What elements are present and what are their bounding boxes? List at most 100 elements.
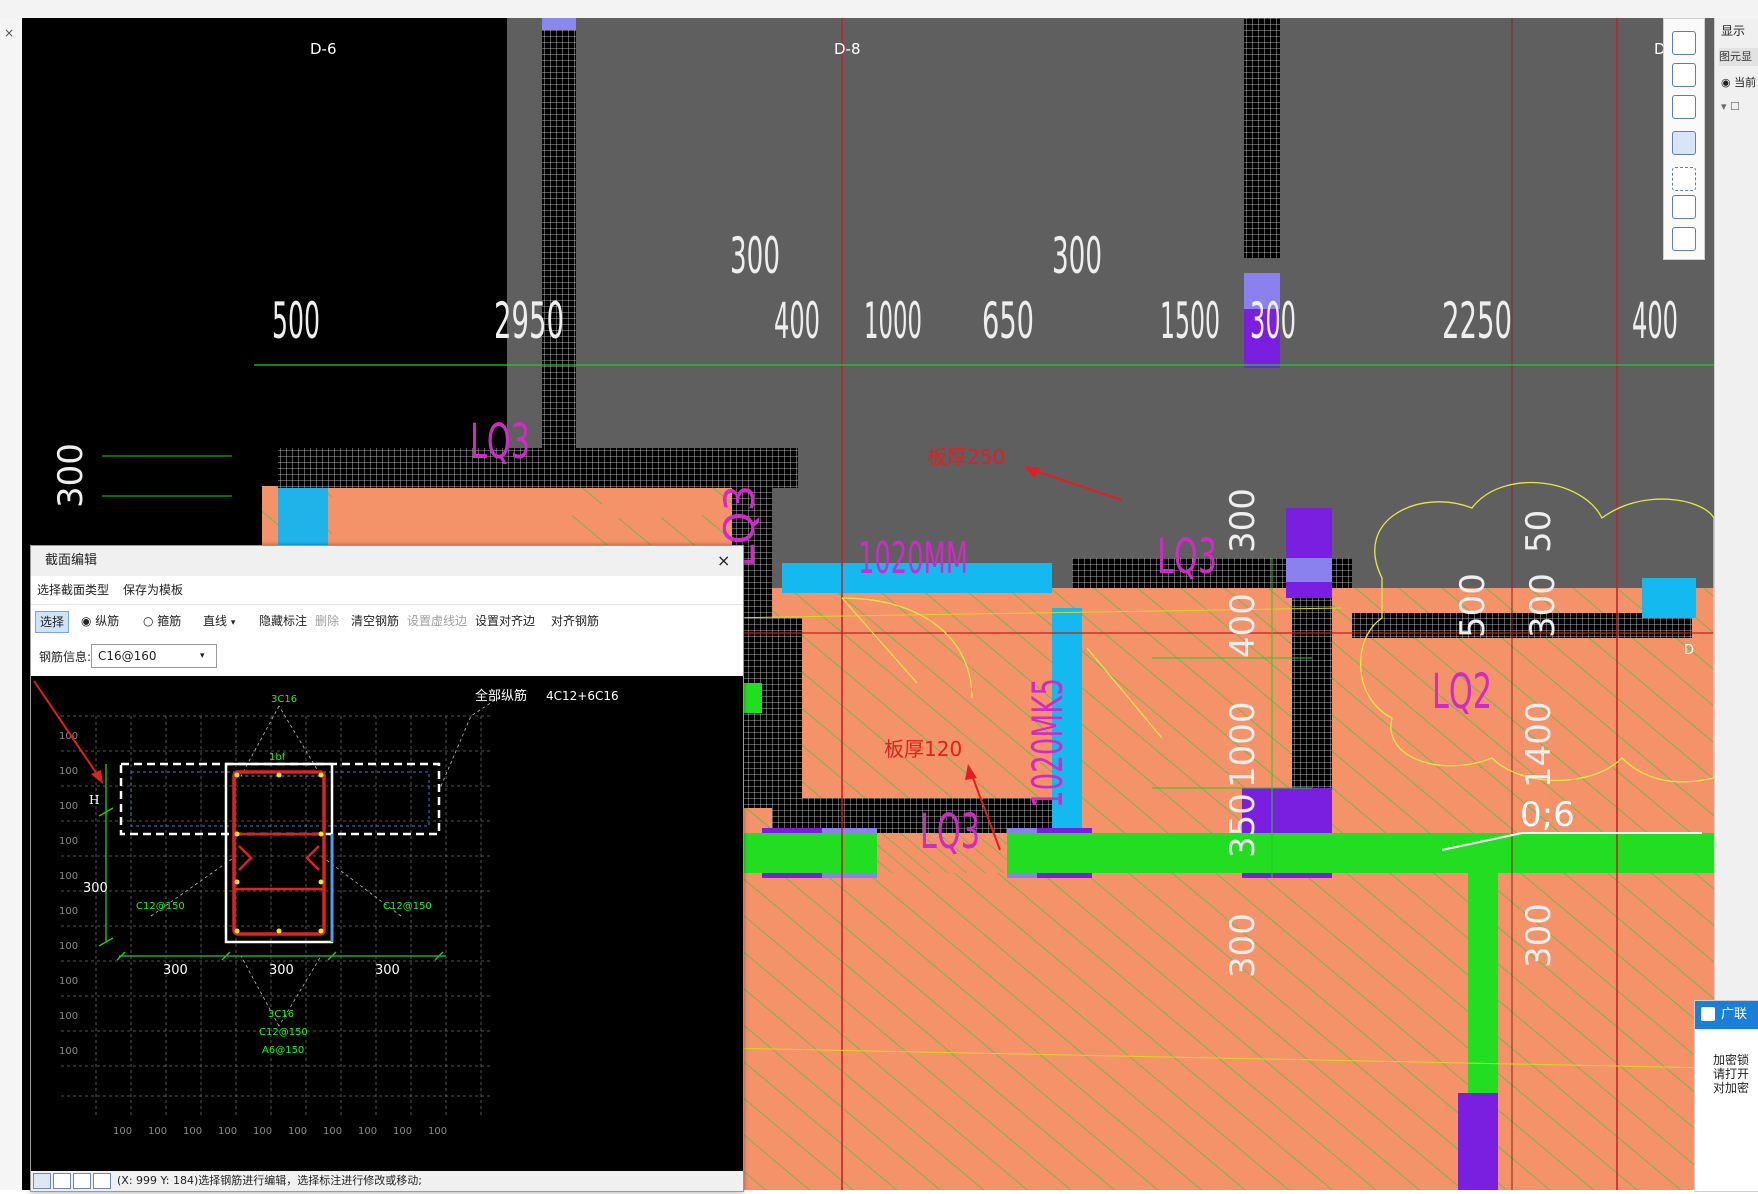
top-rebar-label: 3C16 [271, 694, 297, 705]
slab-region-lower [662, 588, 1714, 1190]
toast-header: 广联 [1695, 1001, 1758, 1029]
fit-view-icon[interactable] [1672, 167, 1696, 191]
delete-button[interactable]: 删除 [315, 605, 339, 637]
axis-label-d8: D-8 [834, 40, 861, 58]
grid-label: 100 [148, 1126, 167, 1137]
grid-label: 100 [59, 766, 78, 777]
stirrup-label-2: A6@150 [262, 1045, 304, 1056]
dim-text: 400 [774, 292, 820, 350]
grid-label: 100 [59, 906, 78, 917]
hidden-label: D [1684, 643, 1694, 658]
add-point-icon[interactable] [93, 1173, 111, 1189]
align-rebar-button[interactable]: 对齐钢筋 [551, 605, 599, 637]
solid-view-icon[interactable] [1672, 131, 1696, 155]
line-dropdown[interactable]: 直线 ▾ [203, 605, 235, 639]
grid-label: 100 [59, 871, 78, 882]
left-height-label: 300 [83, 881, 108, 896]
rebar-info-value: C16@160 [98, 649, 157, 663]
menu-save-template[interactable]: 保存为模板 [123, 576, 183, 604]
bf-label: 1bf [269, 752, 286, 763]
wall-label: LQ3 [920, 804, 980, 860]
radio-current[interactable]: ◉ 当前 [1721, 74, 1756, 90]
3d-view-icon[interactable] [1672, 63, 1696, 87]
clear-rebar-button[interactable]: 清空钢筋 [351, 605, 399, 637]
wall-grid-2 [278, 448, 798, 488]
panel-tab[interactable]: 图元显 [1719, 48, 1758, 66]
toast-body: 加密锁 请打开 对加密 [1713, 1053, 1749, 1095]
level-mark: 0;6 [1520, 795, 1575, 835]
property-list-icon[interactable] [1672, 227, 1696, 251]
chevron-down-icon: ▾ [230, 618, 236, 628]
status-text: (X: 999 Y: 184)选择钢筋进行编辑，选择标注进行修改或移动; [117, 1174, 422, 1187]
column-purple-2 [1286, 508, 1332, 598]
dialog-title-bar: 截面编辑 × [31, 546, 743, 576]
view-toolbar [1663, 18, 1705, 260]
rebar-info-bar: 钢筋信息: C16@160 ▾ [31, 636, 743, 676]
dim-text-vertical: 300 [1223, 488, 1263, 553]
grid-label: 100 [59, 1011, 78, 1022]
left-panel-strip: × [0, 18, 22, 1190]
dim-text: 300 [1052, 227, 1102, 285]
annotation-slab-120: 板厚120 [884, 737, 962, 761]
dialog-toolbar: 选择 ◉ 纵筋 ○ 箍筋 直线 ▾ 隐藏标注 删除 清空钢筋 设置虚线边 设置对… [31, 604, 743, 638]
all-longitudinal-label: 全部纵筋 [475, 688, 527, 704]
tree-expand-checkbox[interactable]: ▾ ☐ [1721, 100, 1740, 113]
grid-label: 100 [288, 1126, 307, 1137]
dim-text: 1000 [864, 292, 922, 350]
h-label: H [89, 793, 99, 807]
beam-green-vertical [1468, 873, 1498, 1093]
dim-text-vertical: 300 [51, 443, 91, 508]
dim-text: 300 [730, 227, 780, 285]
section-drawing-canvas[interactable]: 100 100 100 100 100 100 100 100 100 100 … [31, 676, 743, 1171]
dialog-menu: 选择截面类型 保存为模板 [31, 576, 743, 604]
brand-logo-icon [1701, 1007, 1715, 1021]
dim-text-vertical: 400 [1223, 593, 1263, 658]
hide-annotation-button[interactable]: 隐藏标注 [259, 605, 307, 637]
orbit-icon[interactable] [1672, 31, 1696, 55]
ortho-icon[interactable] [73, 1173, 91, 1189]
annotation-slab-250: 板厚250 [927, 445, 1005, 469]
grid-label: 100 [59, 1046, 78, 1057]
stirrup-label-1: C12@150 [259, 1027, 308, 1038]
dim-text-vertical: 300 [1519, 903, 1559, 968]
grid-label: 100 [393, 1126, 412, 1137]
grid-label: 100 [59, 836, 78, 847]
bottom-width-label: 300 [375, 963, 400, 978]
side-rebar-right: C12@150 [383, 901, 432, 912]
bottom-width-label: 300 [269, 963, 294, 978]
close-icon[interactable]: × [717, 546, 730, 576]
cube-view-icon[interactable] [1672, 95, 1696, 119]
section-drawing-svg: 100 100 100 100 100 100 100 100 100 100 … [33, 680, 619, 1137]
grid-label: 100 [59, 801, 78, 812]
menu-select-section-type[interactable]: 选择截面类型 [37, 576, 109, 604]
radio-current-label: 当前 [1734, 76, 1757, 89]
select-button[interactable]: 选择 [35, 611, 70, 633]
set-dashed-edge-button[interactable]: 设置虚线边 [407, 605, 467, 637]
snap-tool-icon[interactable] [33, 1173, 51, 1189]
wall-grid-4 [1244, 18, 1280, 258]
rebar-info-label: 钢筋信息: [39, 650, 92, 664]
draw-line-icon[interactable] [53, 1173, 71, 1189]
rebar-info-select[interactable]: C16@160 ▾ [91, 644, 217, 668]
chevron-down-icon: ▾ [200, 651, 205, 661]
dim-text-vertical: 1400 [1519, 701, 1559, 788]
toast-brand: 广联 [1721, 1007, 1748, 1022]
toast-line: 对加密 [1713, 1081, 1750, 1095]
grid-label: 100 [183, 1126, 202, 1137]
radio-stirrup[interactable]: ○ 箍筋 [143, 605, 181, 637]
window-top-bar [0, 0, 1758, 19]
radio-longitudinal[interactable]: ◉ 纵筋 [81, 605, 119, 637]
set-align-edge-button[interactable]: 设置对齐边 [475, 605, 535, 637]
dialog-status-bar: (X: 999 Y: 184)选择钢筋进行编辑，选择标注进行修改或移动; [31, 1171, 743, 1191]
dim-text: 1500 [1160, 292, 1220, 350]
bottom-width-label: 300 [163, 963, 188, 978]
line-dropdown-label: 直线 [203, 614, 228, 628]
wall-grid-7 [1292, 578, 1332, 788]
box-select-icon[interactable] [1672, 195, 1696, 219]
wall-label: LQ2 [1432, 664, 1492, 720]
dim-text: 2950 [494, 292, 564, 350]
beam-orange-left [332, 488, 572, 548]
dim-text-vertical: 1000 [1223, 701, 1263, 788]
dim-text-vertical: 300 [1523, 573, 1563, 638]
close-icon[interactable]: × [4, 26, 14, 40]
